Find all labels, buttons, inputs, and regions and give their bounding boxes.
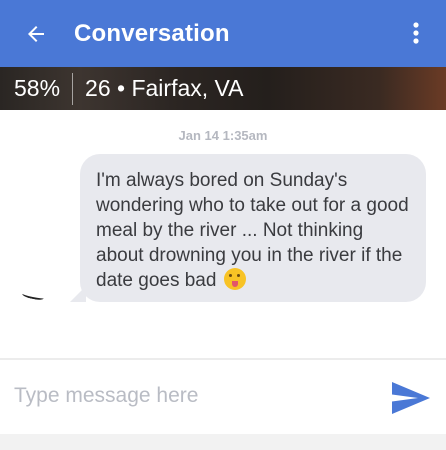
more-vert-icon [413, 22, 419, 44]
composer [0, 360, 446, 434]
arrow-left-icon [28, 25, 44, 42]
winking-tongue-emoji-icon [223, 268, 246, 290]
bottom-spacer [0, 434, 446, 450]
overflow-menu-button[interactable] [400, 17, 432, 49]
message-text: I'm always bored on Sunday's wondering w… [96, 170, 409, 291]
match-percent: 58% [14, 75, 61, 101]
send-button[interactable] [388, 378, 434, 418]
back-button[interactable] [6, 0, 66, 67]
page-title: Conversation [74, 19, 230, 47]
message-timestamp: Jan 14 1:35am [178, 128, 268, 143]
message-input[interactable] [14, 378, 374, 414]
profile-info: 26 • Fairfax, VA [85, 75, 244, 101]
app-bar: Conversation [0, 0, 446, 67]
message-bubble[interactable]: I'm always bored on Sunday's wondering w… [80, 154, 426, 302]
avatar[interactable] [12, 243, 76, 305]
send-icon [392, 382, 430, 414]
message-list: Jan 14 1:35am I'm always bored on Sunday… [0, 110, 446, 358]
profile-strip[interactable]: 58% 26 • Fairfax, VA [0, 67, 446, 110]
